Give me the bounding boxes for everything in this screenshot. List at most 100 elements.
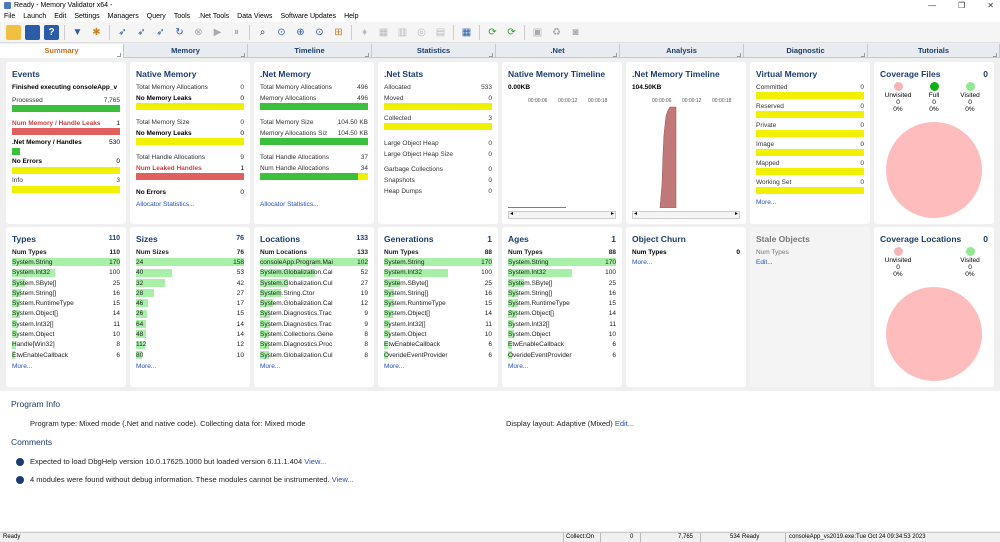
table-icon[interactable]: ▦ (459, 25, 474, 40)
tab-summary[interactable]: Summary (0, 44, 124, 58)
list-item[interactable]: System.Globalization.Cal 12 (260, 298, 368, 308)
menu-data-views[interactable]: Data Views (237, 13, 272, 20)
stop-icon[interactable]: ⊗ (191, 25, 206, 40)
save-icon[interactable] (25, 24, 40, 40)
total-alloc-row[interactable]: Total Memory Allocations 0 (136, 84, 244, 91)
watermark-icon[interactable]: ♦ (357, 25, 372, 40)
list-item[interactable]: System.RuntimeType 15 (384, 298, 492, 308)
tab-memory[interactable]: Memory (124, 44, 248, 58)
menu-edit[interactable]: Edit (54, 13, 66, 20)
list-item[interactable]: 112 12 (136, 340, 244, 350)
list-item[interactable]: System.String[] 16 (508, 288, 616, 298)
settings-gear-icon[interactable]: ✱ (89, 25, 104, 40)
close-icon[interactable]: ✕ (987, 0, 994, 11)
recycle-icon[interactable]: ♻ (549, 25, 564, 40)
list-item[interactable]: System.SByte[] 25 (384, 278, 492, 288)
zoom-icon[interactable]: ⊕ (293, 25, 308, 40)
list-item[interactable]: System.String.Ctor 19 (260, 288, 368, 298)
list-item[interactable]: System.String 170 (12, 257, 120, 267)
list-item[interactable]: System.String[] 16 (384, 288, 492, 298)
menu-tools[interactable]: Tools (174, 13, 190, 20)
find-address-icon[interactable]: ⊙ (312, 25, 327, 40)
allocator-statistics-link[interactable]: Allocator Statistics... (260, 201, 319, 208)
total-size-row[interactable]: Total Memory Size 0 (136, 119, 244, 126)
vm-row[interactable]: Image 0 (756, 141, 864, 148)
no-leaks2-row[interactable]: No Memory Leaks 0 (136, 130, 244, 137)
stat-row[interactable]: Moved 0 (384, 95, 492, 102)
list-item[interactable]: System.Object[] 14 (384, 309, 492, 319)
compare-icon[interactable]: ⟳ (485, 25, 500, 40)
list-item[interactable]: System.Object[] 14 (12, 309, 120, 319)
list-item[interactable]: System.Diagnostics.Proc 8 (260, 340, 368, 350)
vm-row[interactable]: Reserved 0 (756, 103, 864, 110)
scroll-right-icon[interactable]: ▸ (735, 210, 738, 217)
processed-row[interactable]: Processed 7,765 (12, 97, 120, 104)
allocator-statistics-link[interactable]: Allocator Statistics... (136, 201, 195, 208)
total-handle-row[interactable]: Total Handle Allocations 9 (136, 154, 244, 161)
list-item[interactable]: System.String 170 (384, 257, 492, 267)
list-item[interactable]: System.Globalization.Cul 8 (260, 350, 368, 360)
leaked-handles-row[interactable]: Num Leaked Handles 1 (136, 165, 244, 172)
find-object-icon[interactable]: ⊙ (274, 25, 289, 40)
menu-query[interactable]: Query (147, 13, 166, 20)
menu-software-updates[interactable]: Software Updates (280, 13, 336, 20)
list-item[interactable]: System.RuntimeType 15 (508, 298, 616, 308)
tab-diagnostic[interactable]: Diagnostic (744, 44, 868, 58)
tab-tutorials[interactable]: Tutorials (868, 44, 1000, 58)
scroll-left-icon[interactable]: ◂ (634, 210, 637, 217)
list-item[interactable]: System.SByte[] 25 (508, 278, 616, 288)
vm-row[interactable]: Working Set 0 (756, 179, 864, 186)
help-icon[interactable]: ? (44, 24, 59, 40)
stat-row[interactable]: Heap Dumps 0 (384, 188, 492, 195)
list-item[interactable]: System.Object 10 (384, 329, 492, 339)
list-item[interactable]: 24 158 (136, 257, 244, 267)
list-item[interactable]: System.Diagnostics.Trac 9 (260, 319, 368, 329)
stat-row[interactable]: Large Object Heap 0 (384, 140, 492, 147)
heap-icon[interactable]: ▥ (395, 25, 410, 40)
open-folder-icon[interactable] (6, 24, 21, 40)
list-item[interactable]: System.String 170 (508, 257, 616, 267)
list-item[interactable]: System.Globalization.Cal 52 (260, 268, 368, 278)
more-link[interactable]: More... (508, 363, 528, 370)
errors-row[interactable]: No Errors 0 (12, 158, 120, 165)
list-item[interactable]: System.Object 10 (508, 329, 616, 339)
menu-managers[interactable]: Managers (108, 13, 139, 20)
edit-link[interactable]: Edit... (756, 259, 773, 266)
list-item[interactable]: System.Int32 100 (12, 268, 120, 278)
list-item[interactable]: System.Object 10 (12, 329, 120, 339)
list-item[interactable]: System.Object[] 14 (508, 309, 616, 319)
more-link[interactable]: More... (632, 259, 652, 266)
inject-icon[interactable]: ➶ (134, 25, 149, 40)
camera-icon[interactable]: ◙ (568, 25, 583, 40)
edit-layout-link[interactable]: Edit... (615, 419, 634, 428)
list-item[interactable]: System.Int32[] 11 (508, 319, 616, 329)
list-item[interactable]: System.Int32[] 11 (384, 319, 492, 329)
net-handles-row[interactable]: .Net Memory / Handles 530 (12, 139, 120, 146)
grid-icon[interactable]: ▤ (433, 25, 448, 40)
stat-row[interactable]: Collected 3 (384, 115, 492, 122)
list-item[interactable]: System.String[] 16 (12, 288, 120, 298)
menu-net-tools[interactable]: .Net Tools (198, 13, 229, 20)
scroll-left-icon[interactable]: ◂ (510, 210, 513, 217)
timeline-scrollbar[interactable]: ◂ ▸ (632, 211, 740, 219)
list-item[interactable]: 46 17 (136, 298, 244, 308)
vm-row[interactable]: Committed 0 (756, 84, 864, 91)
timeline-chart-area[interactable] (632, 104, 740, 209)
comment-view-link[interactable]: View... (332, 475, 354, 484)
mem-alloc-row[interactable]: Memory Allocations 496 (260, 95, 368, 102)
list-item[interactable]: OverideEventProvider 6 (508, 350, 616, 360)
list-item[interactable]: EtwEnableCallback 6 (12, 350, 120, 360)
list-item[interactable]: OverideEventProvider 6 (384, 350, 492, 360)
menu-settings[interactable]: Settings (74, 13, 99, 20)
list-item[interactable]: EtwEnableCallback 6 (384, 340, 492, 350)
scroll-right-icon[interactable]: ▸ (611, 210, 614, 217)
stat-row[interactable]: Garbage Collections 0 (384, 166, 492, 173)
stat-row[interactable]: Snapshots 0 (384, 177, 492, 184)
timeline-chart-area[interactable] (508, 104, 616, 208)
wait-icon[interactable]: ➶ (153, 25, 168, 40)
total-size-row[interactable]: Total Memory Size 104.50 KB (260, 119, 368, 126)
list-item[interactable]: System.Globalization.Cul 27 (260, 278, 368, 288)
tab-analysis[interactable]: Analysis (620, 44, 744, 58)
list-item[interactable]: System.Diagnostics.Trac 9 (260, 309, 368, 319)
more-link[interactable]: More... (384, 363, 404, 370)
